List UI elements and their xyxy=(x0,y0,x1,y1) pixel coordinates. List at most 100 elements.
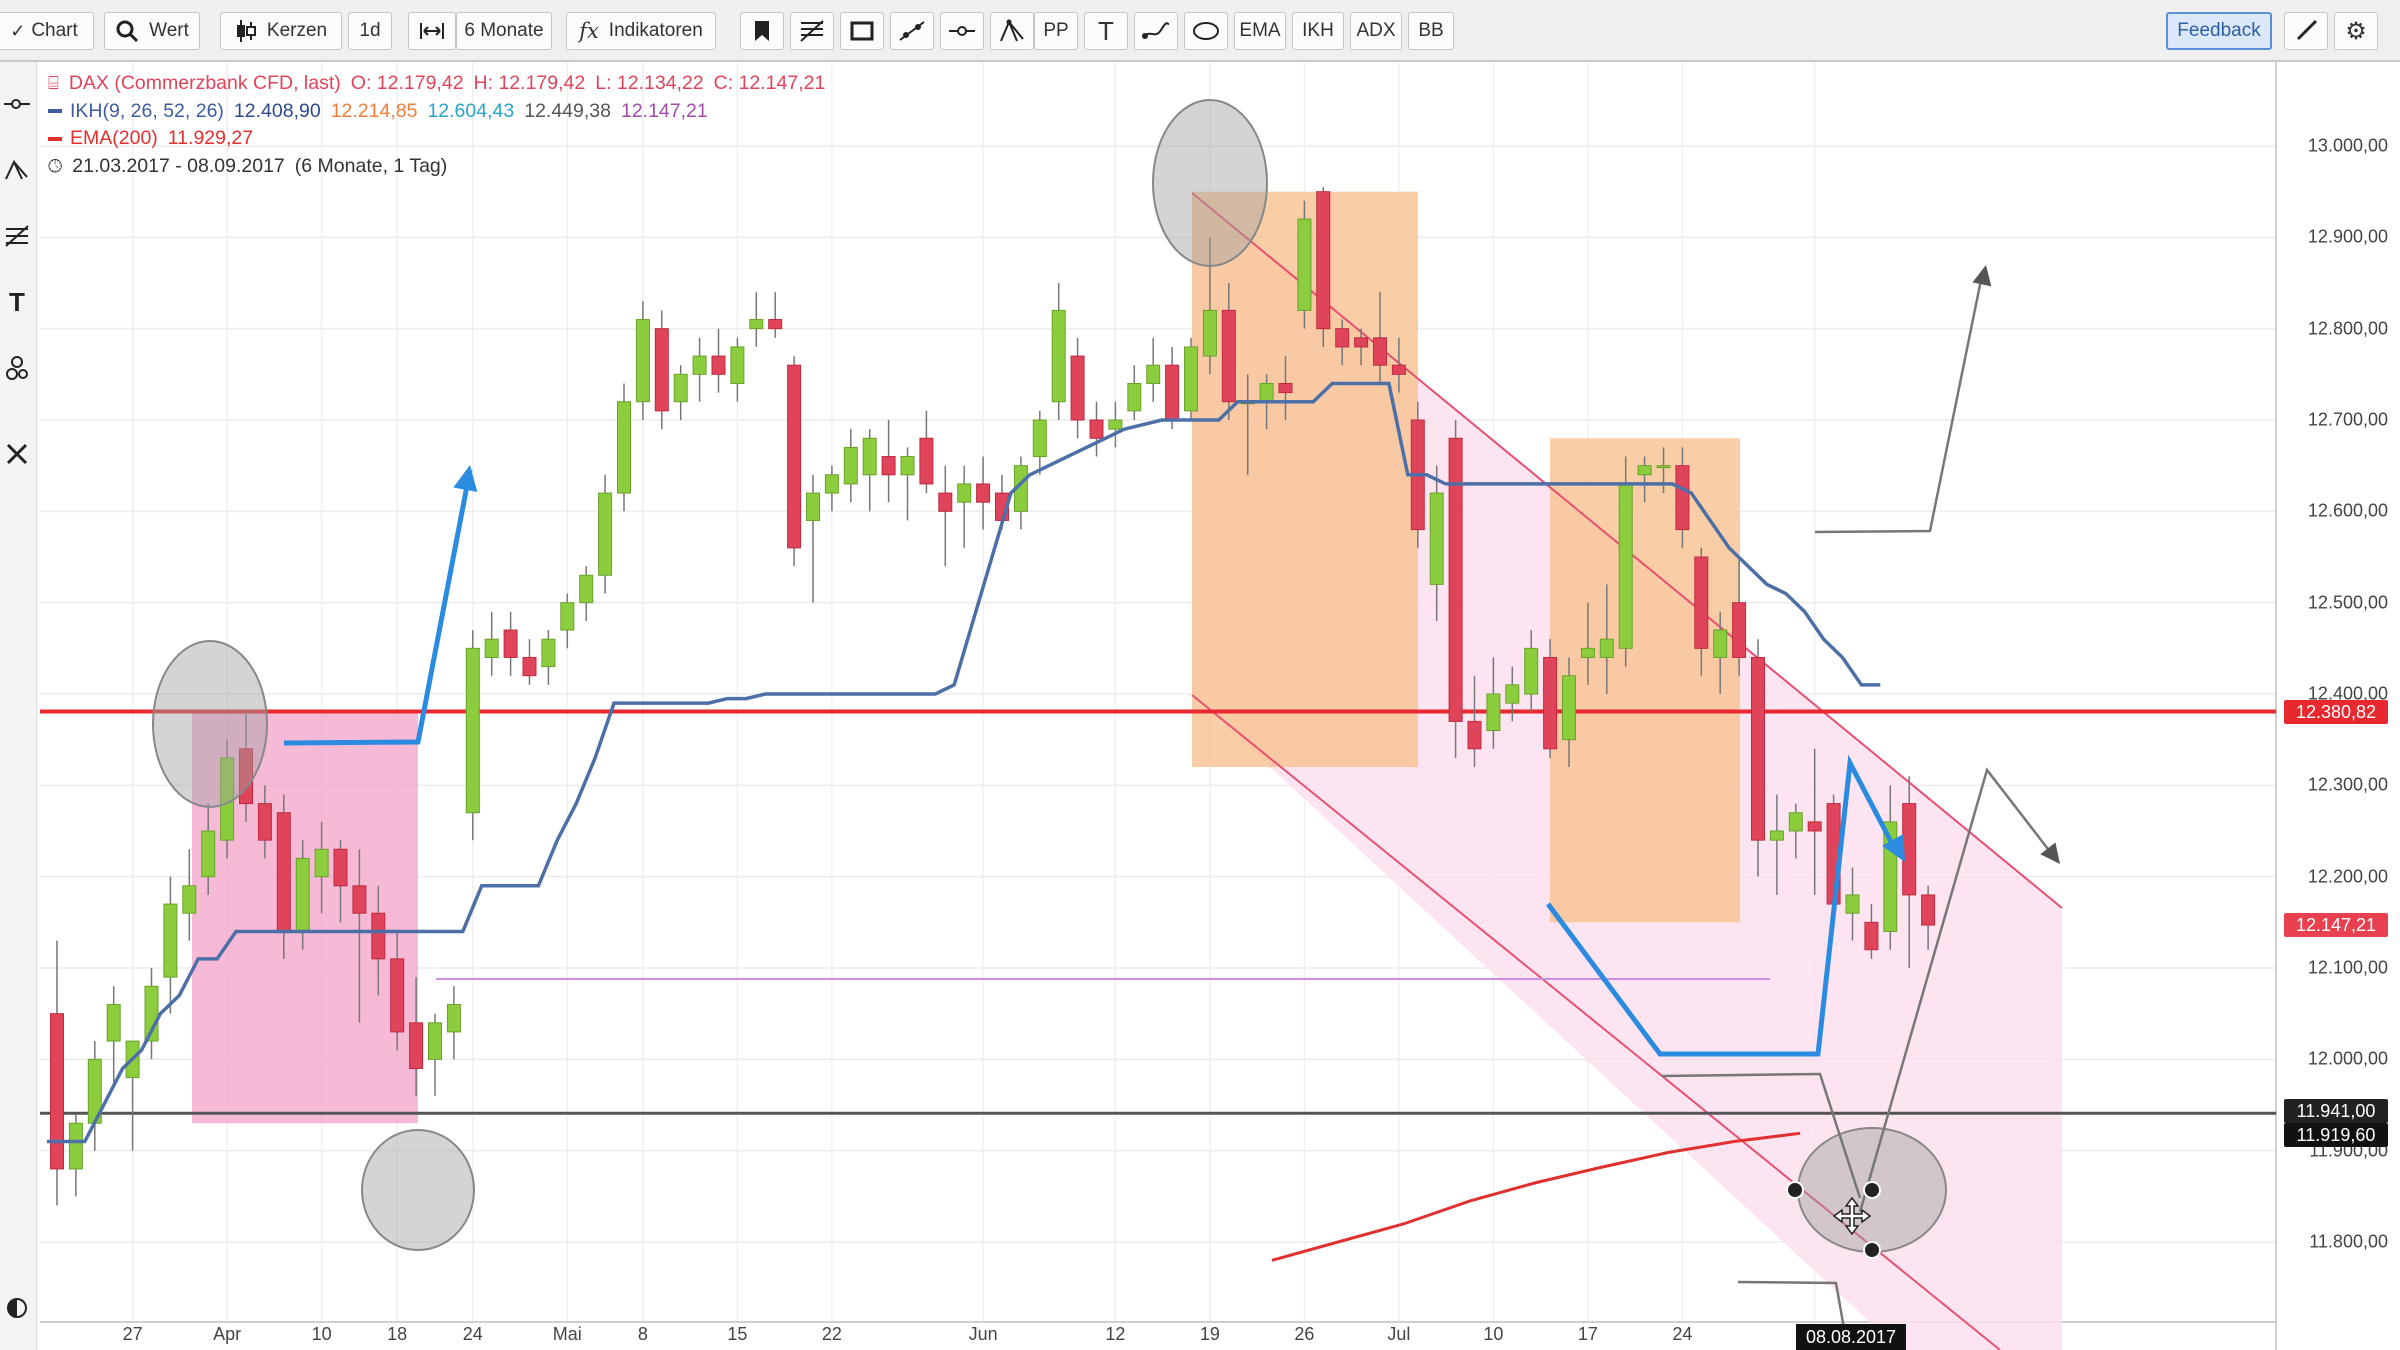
pitchfork-tool-button[interactable] xyxy=(990,12,1034,50)
candle xyxy=(409,1022,424,1069)
candle xyxy=(1127,382,1142,412)
candle xyxy=(314,848,329,878)
candle xyxy=(1562,675,1576,741)
candle xyxy=(1070,355,1085,421)
fibonacci-tool-button[interactable] xyxy=(790,12,834,50)
candle xyxy=(390,958,405,1033)
legend-open: O: 12.179,42 xyxy=(350,72,464,94)
pitchfork-icon xyxy=(999,19,1025,43)
ema-button[interactable]: EMA xyxy=(1234,12,1286,50)
indicators-button[interactable]: fx Indikatoren xyxy=(566,12,716,50)
gray-arrowhead xyxy=(1972,265,1992,287)
candle xyxy=(617,401,631,494)
candle xyxy=(1921,894,1936,926)
candle xyxy=(182,885,197,914)
candle xyxy=(371,912,386,960)
bookmark-tool-button[interactable] xyxy=(740,12,784,50)
chart-menu-button[interactable]: ✓ Chart xyxy=(0,12,94,50)
trendline-icon xyxy=(898,20,926,42)
legend-ikh-row: IKH(9, 26, 52, 26) 12.408,90 12.214,85 1… xyxy=(48,98,835,126)
text-sidebar-icon[interactable]: T xyxy=(0,282,34,322)
candle xyxy=(1429,492,1444,585)
text-tool-button[interactable]: T xyxy=(1084,12,1128,50)
price-tick-label: 13.000,00 xyxy=(2307,135,2388,156)
candle xyxy=(276,812,291,932)
cursor-date-badge: 08.08.2017 xyxy=(1796,1324,1906,1350)
candle xyxy=(711,355,726,375)
pitchfork-sidebar-icon[interactable] xyxy=(0,150,34,190)
price-chart[interactable] xyxy=(0,0,2400,1350)
theme-toggle-icon[interactable] xyxy=(0,1288,34,1328)
candle xyxy=(541,638,556,668)
interval-button[interactable]: 1d xyxy=(348,12,392,50)
candle xyxy=(1580,647,1595,658)
candle xyxy=(598,492,613,576)
candle xyxy=(1769,830,1784,841)
candle xyxy=(1637,465,1652,476)
range-button[interactable]: 6 Monate xyxy=(456,12,552,50)
brush-tool-button[interactable] xyxy=(1134,12,1178,50)
legend-ikh-v3: 12.604,43 xyxy=(427,99,515,122)
candle xyxy=(787,364,802,549)
feedback-button[interactable]: Feedback xyxy=(2166,12,2272,50)
settings-button[interactable]: ⚙ xyxy=(2334,12,2378,50)
highlight-ellipse xyxy=(361,1129,475,1251)
adx-button[interactable]: ADX xyxy=(1350,12,1402,50)
trendline-tool-button[interactable] xyxy=(890,12,934,50)
candle xyxy=(635,319,650,403)
candle xyxy=(257,803,272,841)
date-tick-label: 19 xyxy=(1199,1324,1220,1344)
candle xyxy=(1713,629,1728,658)
highlight-ellipse xyxy=(152,640,268,808)
date-tick-label: 17 xyxy=(1577,1324,1598,1344)
bb-button[interactable]: BB xyxy=(1408,12,1454,50)
line-tool-icon[interactable] xyxy=(0,84,34,124)
price-tick-label: 12.900,00 xyxy=(2307,226,2388,247)
wert-menu-button[interactable]: Wert xyxy=(104,12,200,50)
tools-sidebar-icon[interactable] xyxy=(0,434,34,474)
candle xyxy=(919,437,934,485)
price-tick-label: 12.100,00 xyxy=(2307,957,2388,978)
price-tick-label: 12.000,00 xyxy=(2307,1048,2388,1069)
pivot-points-button[interactable]: PP xyxy=(1034,12,1078,50)
candle xyxy=(1543,656,1558,750)
legend-ema-label: EMA(200) xyxy=(70,127,158,149)
rectangle-icon xyxy=(850,21,874,41)
candle xyxy=(1221,309,1236,403)
candle xyxy=(1335,328,1350,348)
fibonacci-icon xyxy=(799,19,825,43)
price-tick-label: 12.200,00 xyxy=(2307,866,2388,887)
candle xyxy=(465,647,480,814)
candle xyxy=(1845,894,1860,914)
candle xyxy=(806,492,820,521)
rectangle-tool-button[interactable] xyxy=(840,12,884,50)
candle xyxy=(1108,419,1123,430)
candle xyxy=(1278,382,1293,394)
candle xyxy=(730,346,745,384)
candles-menu-button[interactable]: Kerzen xyxy=(220,12,342,50)
gray-arrowhead xyxy=(2040,842,2060,864)
date-tick-label: 15 xyxy=(727,1324,748,1344)
legend-period-detail: (6 Monate, 1 Tag) xyxy=(294,154,448,177)
date-tick-label: Jun xyxy=(968,1324,998,1344)
ellipse-tool-button[interactable] xyxy=(1184,12,1228,50)
candle xyxy=(1486,693,1501,732)
candle xyxy=(976,483,991,503)
candle xyxy=(692,355,707,375)
candle xyxy=(1051,309,1066,403)
function-icon: fx xyxy=(579,19,599,43)
candle xyxy=(503,629,518,658)
fibonacci-sidebar-icon[interactable] xyxy=(0,216,34,256)
candle xyxy=(1902,803,1917,896)
range-icon-button[interactable] xyxy=(408,12,456,50)
shapes-sidebar-icon[interactable] xyxy=(0,348,34,388)
horizontal-line-tool-button[interactable] xyxy=(940,12,984,50)
candle xyxy=(1391,364,1406,375)
date-tick-label: 10 xyxy=(311,1324,332,1344)
ikh-button[interactable]: IKH xyxy=(1292,12,1344,50)
broom-button[interactable] xyxy=(2284,12,2328,50)
legend-instrument: DAX (Commerzbank CFD, last) xyxy=(68,72,341,94)
candle xyxy=(1694,556,1709,649)
bookmark-icon xyxy=(754,20,770,42)
candle xyxy=(1032,419,1047,458)
